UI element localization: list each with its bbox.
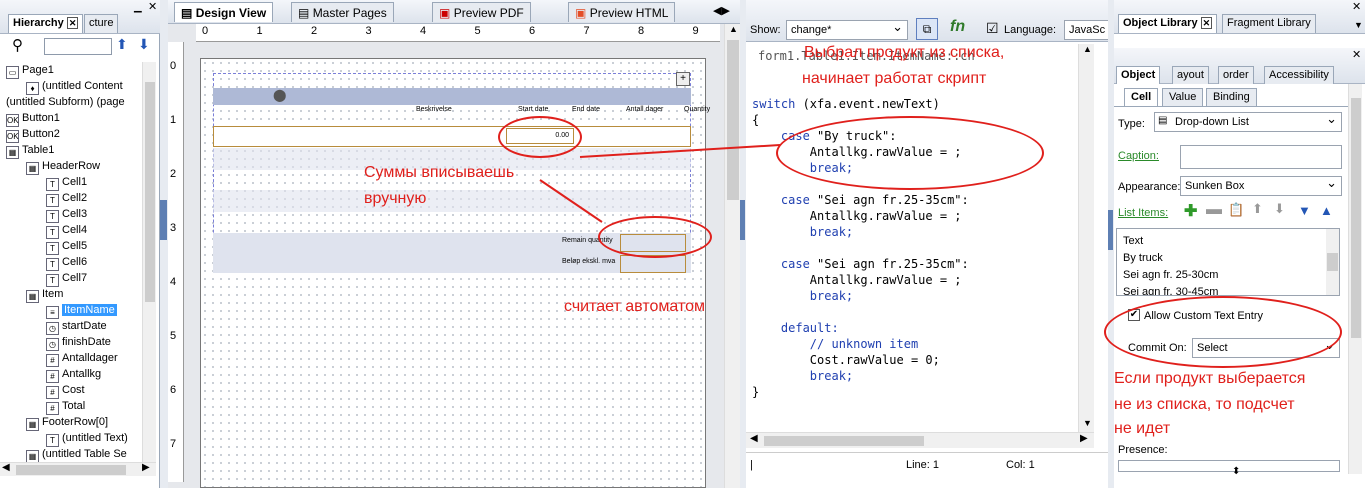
arrow-to-footer <box>539 179 603 223</box>
arrow-to-quantity <box>579 144 781 158</box>
annotation-arrows <box>539 144 781 223</box>
